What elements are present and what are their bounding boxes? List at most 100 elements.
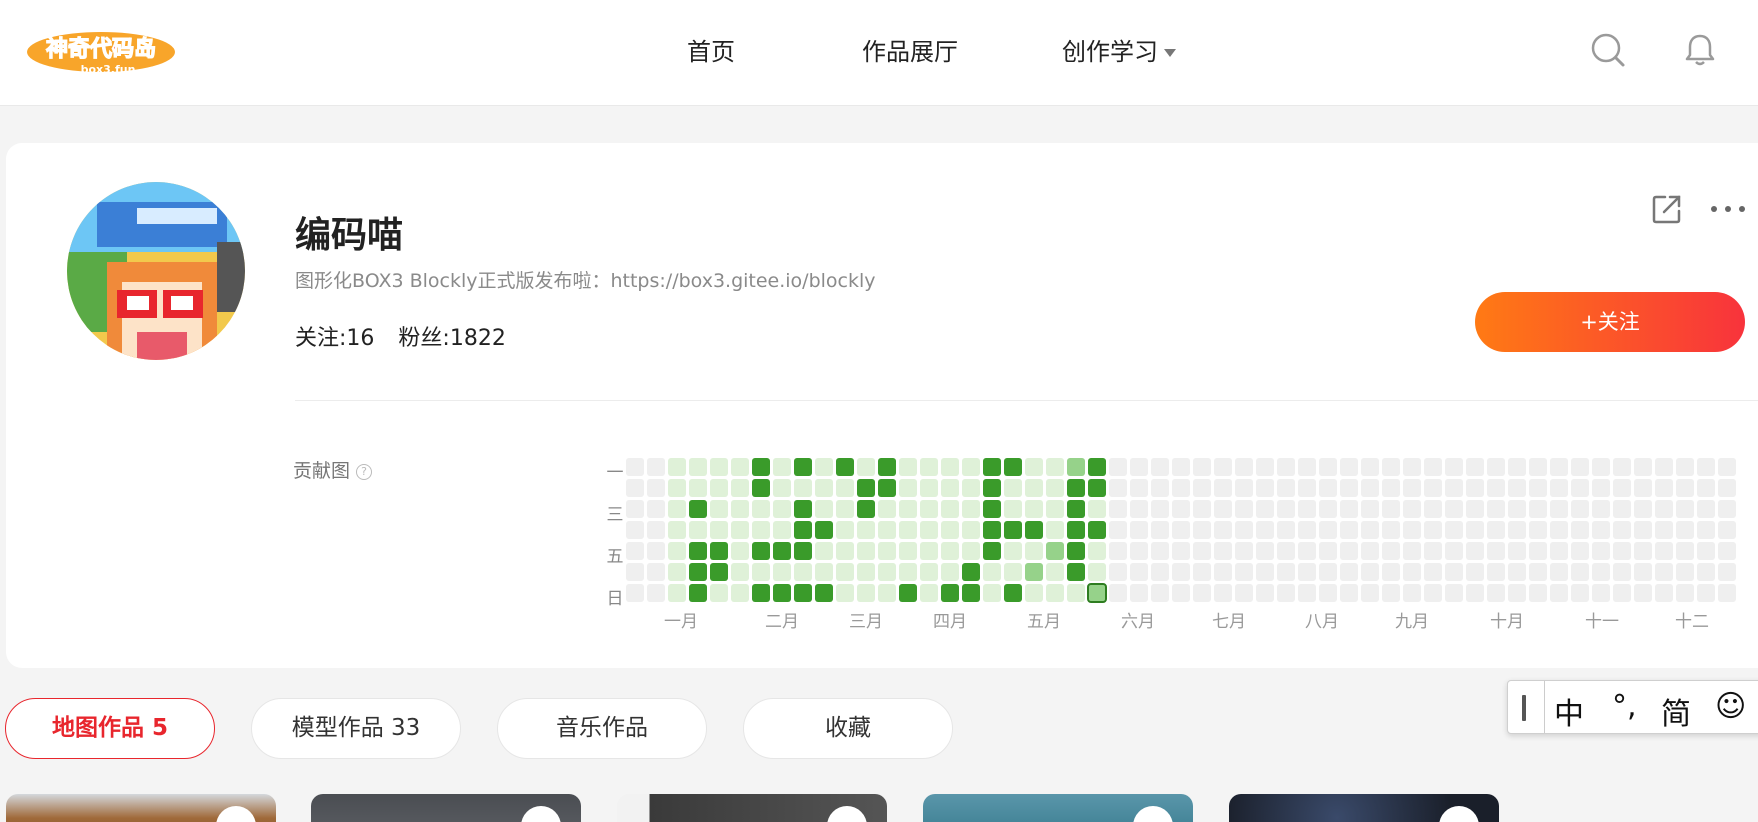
contribution-cell[interactable] <box>752 521 770 539</box>
work-thumbnail[interactable] <box>6 794 276 822</box>
contribution-cell[interactable] <box>1361 458 1379 476</box>
contribution-cell[interactable] <box>1592 479 1610 497</box>
contribution-cell[interactable] <box>1508 479 1526 497</box>
help-icon[interactable]: ? <box>356 464 373 480</box>
contribution-cell[interactable] <box>1676 563 1694 581</box>
contribution-cell[interactable] <box>1277 542 1295 560</box>
ime-punctuation-toggle[interactable]: °, <box>1612 689 1637 724</box>
contribution-cell[interactable] <box>1508 563 1526 581</box>
contribution-cell[interactable] <box>1361 584 1379 602</box>
contribution-cell[interactable] <box>773 458 791 476</box>
contribution-cell[interactable] <box>1214 542 1232 560</box>
contribution-cell[interactable] <box>878 542 896 560</box>
contribution-cell[interactable] <box>1655 542 1673 560</box>
contribution-cell[interactable] <box>1088 479 1106 497</box>
contribution-cell[interactable] <box>1466 458 1484 476</box>
tab-favorites[interactable]: 收藏 <box>743 698 953 759</box>
contribution-cell[interactable] <box>857 542 875 560</box>
contribution-cell[interactable] <box>752 563 770 581</box>
contribution-cell[interactable] <box>836 542 854 560</box>
contribution-cell[interactable] <box>1214 521 1232 539</box>
contribution-cell[interactable] <box>1676 479 1694 497</box>
contribution-cell[interactable] <box>1067 584 1085 602</box>
contribution-cell[interactable] <box>1277 500 1295 518</box>
tab-music[interactable]: 音乐作品 <box>497 698 707 759</box>
contribution-cell[interactable] <box>1571 479 1589 497</box>
contribution-cell[interactable] <box>1193 458 1211 476</box>
contribution-cell[interactable] <box>689 479 707 497</box>
contribution-cell[interactable] <box>899 521 917 539</box>
contribution-cell[interactable] <box>983 500 1001 518</box>
contribution-cell[interactable] <box>1571 542 1589 560</box>
contribution-cell[interactable] <box>1130 521 1148 539</box>
contribution-cell[interactable] <box>1088 563 1106 581</box>
contribution-cell[interactable] <box>1466 500 1484 518</box>
contribution-cell[interactable] <box>1109 542 1127 560</box>
contribution-cell[interactable] <box>815 500 833 518</box>
contribution-cell[interactable] <box>941 458 959 476</box>
contribution-cell[interactable] <box>647 479 665 497</box>
contribution-cell[interactable] <box>710 584 728 602</box>
contribution-cell[interactable] <box>1529 479 1547 497</box>
contribution-cell[interactable] <box>1130 563 1148 581</box>
contribution-cell[interactable] <box>1676 500 1694 518</box>
contribution-cell[interactable] <box>794 500 812 518</box>
contribution-cell[interactable] <box>1046 458 1064 476</box>
nav-home[interactable]: 首页 <box>687 32 735 67</box>
contribution-cell[interactable] <box>962 584 980 602</box>
contribution-cell[interactable] <box>836 563 854 581</box>
contribution-cell[interactable] <box>626 521 644 539</box>
contribution-cell[interactable] <box>920 479 938 497</box>
contribution-cell[interactable] <box>1235 563 1253 581</box>
contribution-cell[interactable] <box>689 563 707 581</box>
ime-drag-handle[interactable] <box>1522 695 1526 721</box>
contribution-cell[interactable] <box>1214 563 1232 581</box>
contribution-cell[interactable] <box>1298 500 1316 518</box>
contribution-cell[interactable] <box>710 479 728 497</box>
contribution-cell[interactable] <box>1193 542 1211 560</box>
contribution-cell[interactable] <box>1613 563 1631 581</box>
contribution-cell[interactable] <box>1046 521 1064 539</box>
contribution-cell[interactable] <box>1718 500 1736 518</box>
contribution-cell[interactable] <box>878 563 896 581</box>
contribution-cell[interactable] <box>1718 584 1736 602</box>
contribution-cell[interactable] <box>1592 584 1610 602</box>
contribution-cell[interactable] <box>836 584 854 602</box>
contribution-cell[interactable] <box>1613 542 1631 560</box>
contribution-cell[interactable] <box>1403 542 1421 560</box>
contribution-cell[interactable] <box>731 563 749 581</box>
contribution-cell[interactable] <box>1214 584 1232 602</box>
contribution-cell[interactable] <box>731 458 749 476</box>
contribution-cell[interactable] <box>1130 542 1148 560</box>
contribution-cell[interactable] <box>857 458 875 476</box>
creator-avatar[interactable] <box>1439 806 1479 822</box>
contribution-cell[interactable] <box>1424 521 1442 539</box>
contribution-cell[interactable] <box>1445 479 1463 497</box>
contribution-cell[interactable] <box>794 521 812 539</box>
contribution-cell[interactable] <box>731 542 749 560</box>
contribution-cell[interactable] <box>1151 479 1169 497</box>
contribution-cell[interactable] <box>689 542 707 560</box>
contribution-cell[interactable] <box>836 521 854 539</box>
nav-learning[interactable]: 创作学习 <box>1062 32 1176 67</box>
contribution-cell[interactable] <box>941 479 959 497</box>
contribution-cell[interactable] <box>1697 479 1715 497</box>
contribution-cell[interactable] <box>1676 458 1694 476</box>
contribution-cell[interactable] <box>1256 563 1274 581</box>
contribution-cell[interactable] <box>1592 542 1610 560</box>
contribution-cell[interactable] <box>1361 479 1379 497</box>
contribution-cell[interactable] <box>1172 584 1190 602</box>
contribution-cell[interactable] <box>857 563 875 581</box>
contribution-cell[interactable] <box>1151 563 1169 581</box>
contribution-cell[interactable] <box>1193 521 1211 539</box>
contribution-cell[interactable] <box>626 458 644 476</box>
contribution-cell[interactable] <box>1634 458 1652 476</box>
contribution-cell[interactable] <box>878 458 896 476</box>
contribution-cell[interactable] <box>1361 500 1379 518</box>
contribution-cell[interactable] <box>1004 563 1022 581</box>
contribution-cell[interactable] <box>1571 563 1589 581</box>
contribution-cell[interactable] <box>983 584 1001 602</box>
contribution-cell[interactable] <box>1634 521 1652 539</box>
contribution-cell[interactable] <box>1445 500 1463 518</box>
contribution-cell[interactable] <box>1340 584 1358 602</box>
